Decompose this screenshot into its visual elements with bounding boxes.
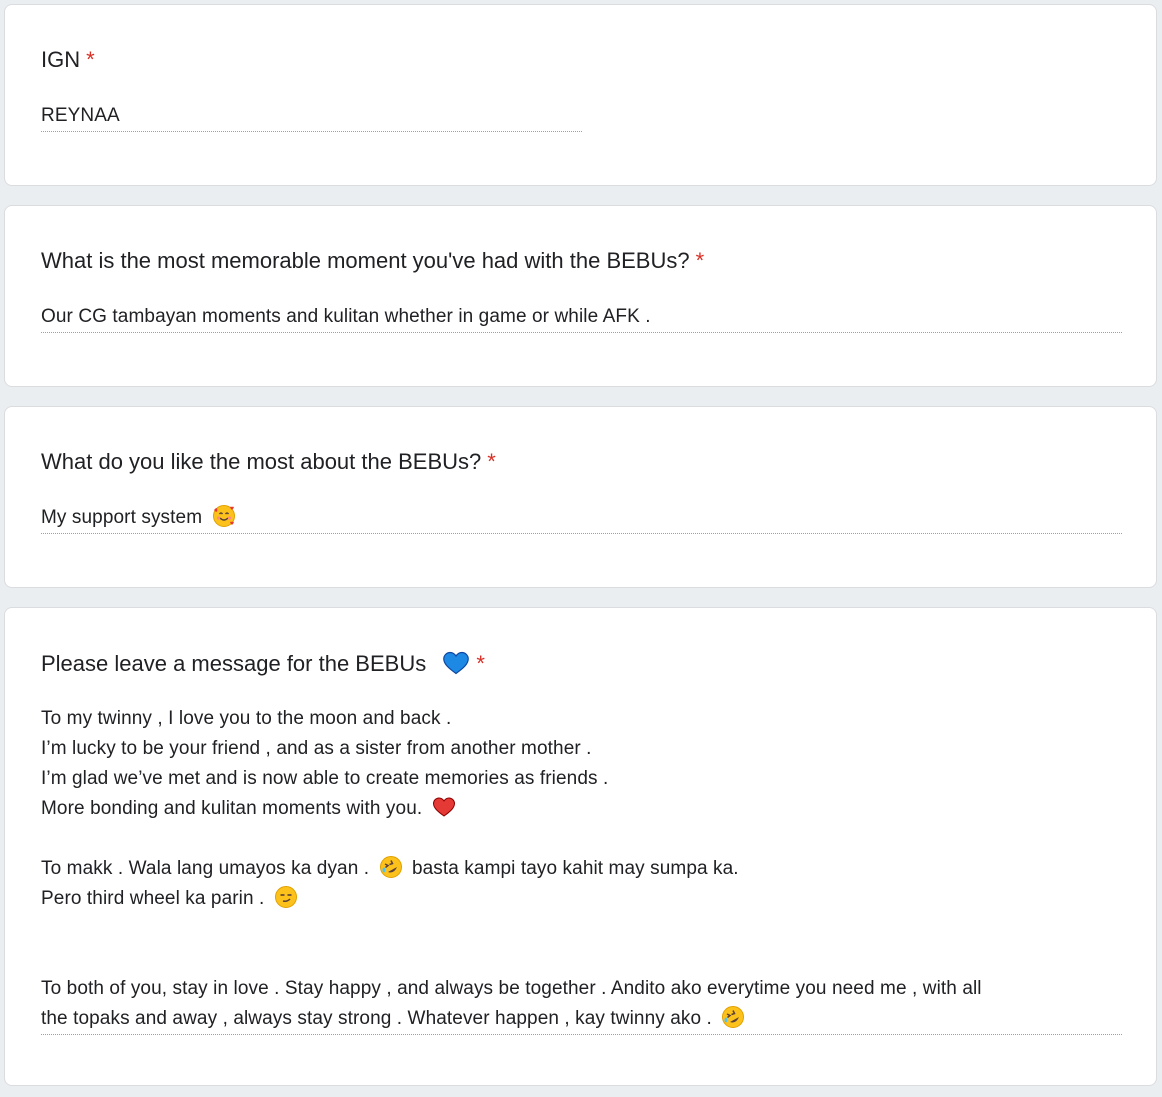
answer-text: REYNAA: [41, 101, 120, 131]
answer-underline: [41, 1034, 1122, 1035]
required-asterisk: *: [487, 449, 496, 474]
question-text: What is the most memorable moment you've…: [41, 248, 690, 273]
answer-line-text: More bonding and kulitan moments with yo…: [41, 798, 423, 819]
rolling-on-floor-laughing-icon: [722, 1006, 745, 1028]
red-heart-icon: [432, 797, 455, 817]
answer-line: [41, 944, 982, 974]
answer-line-text: basta kampi tayo kahit may sumpa ka.: [411, 858, 739, 879]
answer-line: [41, 914, 982, 944]
answer-line: REYNAA: [41, 105, 120, 126]
required-asterisk: *: [86, 47, 95, 72]
question-card-message: Please leave a message for the BEBUs * T…: [4, 607, 1157, 1086]
question-text: IGN: [41, 47, 81, 72]
answer-line-text: To makk . Wala lang umayos ka dyan .: [41, 858, 370, 879]
answer-line: Our CG tambayan moments and kulitan whet…: [41, 306, 651, 327]
answer-line-text: Pero third wheel ka parin .: [41, 888, 265, 909]
question-text: Please leave a message for the BEBUs: [41, 651, 427, 676]
answer-text: To my twinny , I love you to the moon an…: [41, 704, 982, 1034]
question-title: Please leave a message for the BEBUs *: [41, 649, 485, 678]
question-title: What is the most memorable moment you've…: [41, 247, 704, 275]
question-text: What do you like the most about the BEBU…: [41, 449, 482, 474]
answer-text: Our CG tambayan moments and kulitan whet…: [41, 302, 651, 332]
answer-underline: [41, 533, 1122, 534]
answer-line: I’m lucky to be your friend , and as a s…: [41, 738, 592, 759]
answer-line-text: the topaks and away , always stay strong…: [41, 1008, 712, 1029]
answer-line: More bonding and kulitan moments with yo…: [41, 794, 982, 824]
answer-line-text: My support system: [41, 507, 203, 528]
question-title: IGN *: [41, 46, 95, 74]
answer-line: Pero third wheel ka parin .: [41, 884, 982, 914]
answer-line: I’m glad we’ve met and is now able to cr…: [41, 768, 609, 789]
rolling-on-floor-laughing-icon: [379, 856, 402, 878]
answer-text: My support system: [41, 503, 236, 533]
answer-line: the topaks and away , always stay strong…: [41, 1004, 982, 1034]
answer-line: To makk . Wala lang umayos ka dyan . bas…: [41, 854, 982, 884]
blue-heart-icon: [443, 651, 470, 675]
smirking-face-icon: [274, 886, 297, 908]
question-card-memorable-moment: What is the most memorable moment you've…: [4, 205, 1157, 387]
answer-underline: [41, 131, 582, 132]
answer-line: To both of you, stay in love . Stay happ…: [41, 978, 982, 999]
smiling-face-with-hearts-icon: [212, 505, 235, 527]
required-asterisk: *: [695, 248, 705, 273]
question-card-ign: IGN * REYNAA: [4, 4, 1157, 186]
answer-line: My support system: [41, 503, 236, 533]
question-card-like-most: What do you like the most about the BEBU…: [4, 406, 1157, 588]
required-asterisk: *: [476, 651, 485, 676]
answer-line: To my twinny , I love you to the moon an…: [41, 708, 452, 729]
question-title: What do you like the most about the BEBU…: [41, 448, 496, 476]
answer-line: [41, 824, 982, 854]
answer-underline: [41, 332, 1122, 333]
